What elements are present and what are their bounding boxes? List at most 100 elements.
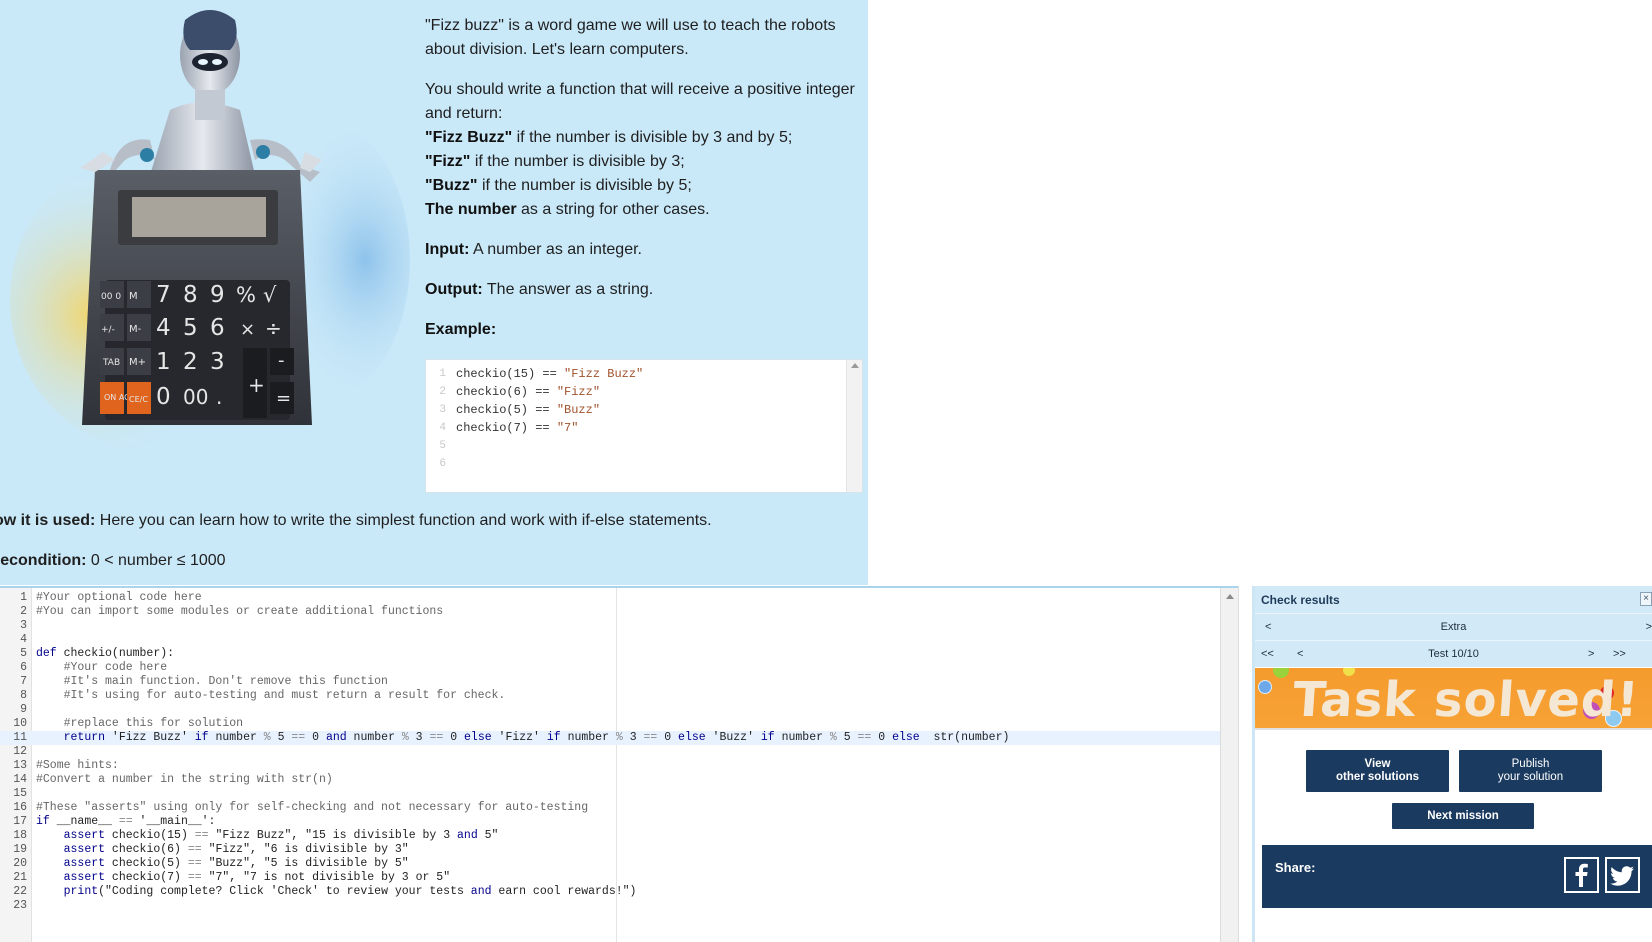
share-label: Share: bbox=[1275, 860, 1316, 875]
line-number: 6 bbox=[439, 458, 446, 470]
code-line[interactable]: 19 assert checkio(6) == "Fizz", "6 is di… bbox=[0, 843, 1228, 857]
code-text[interactable]: if __name__ == '__main__': bbox=[27, 815, 215, 829]
code-line[interactable]: 1 #Your optional code here bbox=[0, 591, 1228, 605]
code-text[interactable] bbox=[27, 633, 36, 647]
example-code-line: 3 checkio(5) == "Buzz" bbox=[426, 401, 643, 419]
code-line[interactable]: 5 def checkio(number): bbox=[0, 647, 1228, 661]
line-number: 15 bbox=[13, 787, 27, 800]
close-icon[interactable]: × bbox=[1640, 592, 1652, 606]
code-text[interactable] bbox=[27, 703, 36, 717]
code-line[interactable]: 4 bbox=[0, 633, 1228, 647]
code-line[interactable]: 10 #replace this for solution bbox=[0, 717, 1228, 731]
code-line[interactable]: 18 assert checkio(15) == "Fizz Buzz", "1… bbox=[0, 829, 1228, 843]
line-number: 2 bbox=[439, 386, 446, 398]
scroll-up-icon[interactable] bbox=[851, 363, 859, 368]
code-line[interactable]: 23 bbox=[0, 899, 1228, 913]
code-line[interactable]: 12 bbox=[0, 745, 1228, 759]
code-line[interactable]: 13 #Some hints: bbox=[0, 759, 1228, 773]
facebook-share-button[interactable] bbox=[1564, 857, 1599, 893]
code-text[interactable] bbox=[27, 787, 36, 801]
calc-key: × bbox=[240, 319, 255, 340]
code-text[interactable] bbox=[27, 619, 36, 633]
rule-line: "Fizz" if the number is divisible by 3; bbox=[425, 153, 685, 170]
code-text[interactable]: return 'Fizz Buzz' if number % 5 == 0 an… bbox=[27, 731, 1010, 745]
code-text[interactable]: #replace this for solution bbox=[27, 717, 243, 731]
code-line[interactable]: 14 #Convert a number in the string with s… bbox=[0, 773, 1228, 787]
intro-text: "Fizz buzz" is a word game we will use t… bbox=[425, 17, 836, 58]
precondition: recondition: 0 < number ≤ 1000 bbox=[0, 552, 226, 569]
category-next-button[interactable]: > bbox=[1646, 621, 1652, 633]
code-line[interactable]: 8 #It's using for auto-testing and must … bbox=[0, 689, 1228, 703]
line-number: 18 bbox=[13, 829, 27, 842]
code-text[interactable]: #Your optional code here bbox=[27, 591, 202, 605]
code-text[interactable]: #You can import some modules or create a… bbox=[27, 605, 443, 619]
category-nav: < Extra > bbox=[1255, 613, 1652, 640]
code-line[interactable]: 7 #It's main function. Don't remove this… bbox=[0, 675, 1228, 689]
calc-key: 0 bbox=[156, 384, 171, 410]
editor-scrollbar[interactable] bbox=[1220, 588, 1238, 942]
code-line[interactable]: 21 assert checkio(7) == "7", "7 is not d… bbox=[0, 871, 1228, 885]
code-text[interactable]: #It's using for auto-testing and must re… bbox=[27, 689, 506, 703]
test-nav: << < Test 10/10 > >> bbox=[1255, 640, 1652, 667]
code-text[interactable]: assert checkio(7) == "7", "7 is not divi… bbox=[27, 871, 451, 885]
code-text[interactable]: assert checkio(5) == "Buzz", "5 is divis… bbox=[27, 857, 409, 871]
code-text[interactable]: #Your code here bbox=[27, 661, 168, 675]
view-other-solutions-button[interactable]: View other solutions bbox=[1306, 750, 1449, 792]
panel-splitter[interactable] bbox=[1238, 586, 1252, 942]
calc-key: √ bbox=[263, 283, 277, 307]
scroll-up-icon[interactable] bbox=[1226, 594, 1234, 599]
code-text[interactable] bbox=[27, 899, 36, 913]
facebook-icon bbox=[1575, 863, 1588, 887]
code-text[interactable]: #These "asserts" using only for self-che… bbox=[27, 801, 588, 815]
code-text[interactable]: def checkio(number): bbox=[27, 647, 174, 661]
code-line[interactable]: 11 return 'Fizz Buzz' if number % 5 == 0… bbox=[0, 731, 1228, 745]
task-solved-text: Task solved! bbox=[1291, 672, 1642, 728]
code-editor[interactable]: 1 #Your optional code here 2 #You can impor… bbox=[0, 586, 1238, 942]
calc-key: 4 bbox=[156, 315, 171, 341]
last-test-button[interactable]: >> bbox=[1613, 648, 1626, 660]
calc-key: 5 bbox=[183, 315, 198, 341]
twitter-share-button[interactable] bbox=[1605, 857, 1640, 893]
line-number: 23 bbox=[13, 899, 27, 912]
next-test-button[interactable]: > bbox=[1588, 648, 1594, 660]
example-scrollbar[interactable] bbox=[846, 360, 862, 492]
code-text[interactable]: print("Coding complete? Click 'Check' to… bbox=[27, 885, 637, 899]
code-line[interactable]: 6 #Your code here bbox=[0, 661, 1228, 675]
publish-solution-button[interactable]: Publish your solution bbox=[1459, 750, 1602, 792]
code-line[interactable]: 3 bbox=[0, 619, 1228, 633]
code-line[interactable]: 16 #These "asserts" using only for self-c… bbox=[0, 801, 1228, 815]
decor-ball bbox=[1273, 668, 1289, 678]
line-number: 7 bbox=[20, 675, 27, 688]
code-line[interactable]: 9 bbox=[0, 703, 1228, 717]
code-line[interactable]: 17 if __name__ == '__main__': bbox=[0, 815, 1228, 829]
line-number: 16 bbox=[13, 801, 27, 814]
code-text[interactable]: #Convert a number in the string with str… bbox=[27, 773, 333, 787]
example-code-line: 4 checkio(7) == "7" bbox=[426, 419, 643, 437]
code-line[interactable]: 2 #You can import some modules or create … bbox=[0, 605, 1228, 619]
mission-description: "Fizz buzz" is a word game we will use t… bbox=[425, 14, 865, 358]
robot-calculator-illustration: 00 0 M 7 8 9 % √ +/- M- 4 5 6 × ÷ TAB M+… bbox=[10, 10, 410, 450]
code-text[interactable]: assert checkio(6) == "Fizz", "6 is divis… bbox=[27, 843, 409, 857]
code-lines[interactable]: 1 #Your optional code here 2 #You can impor… bbox=[0, 591, 1228, 913]
code-line[interactable]: 20 assert checkio(5) == "Buzz", "5 is di… bbox=[0, 857, 1228, 871]
example-code-line: 6 bbox=[426, 455, 643, 473]
code-text[interactable]: assert checkio(15) == "Fizz Buzz", "15 i… bbox=[27, 829, 499, 843]
line-number: 13 bbox=[13, 759, 27, 772]
code-text[interactable] bbox=[27, 745, 36, 759]
line-number: 3 bbox=[439, 404, 446, 416]
mission-description-panel: 00 0 M 7 8 9 % √ +/- M- 4 5 6 × ÷ TAB M+… bbox=[0, 0, 868, 585]
code-text: checkio(15) == "Fizz Buzz" bbox=[456, 367, 644, 381]
line-number: 3 bbox=[20, 619, 27, 632]
code-text[interactable]: #It's main function. Don't remove this f… bbox=[27, 675, 388, 689]
line-number: 10 bbox=[13, 717, 27, 730]
code-text[interactable]: #Some hints: bbox=[27, 759, 119, 773]
next-mission-button[interactable]: Next mission bbox=[1392, 803, 1534, 829]
calc-key: % bbox=[236, 283, 256, 307]
code-line[interactable]: 15 bbox=[0, 787, 1228, 801]
calc-key: 1 bbox=[156, 349, 171, 375]
code-text: checkio(5) == "Buzz" bbox=[456, 403, 601, 417]
code-line[interactable]: 22 print("Coding complete? Click 'Check'… bbox=[0, 885, 1228, 899]
example-code-lines: 1 checkio(15) == "Fizz Buzz" 2 checkio(6) =… bbox=[426, 365, 643, 473]
line-number: 11 bbox=[13, 731, 27, 744]
line-number: 19 bbox=[13, 843, 27, 856]
